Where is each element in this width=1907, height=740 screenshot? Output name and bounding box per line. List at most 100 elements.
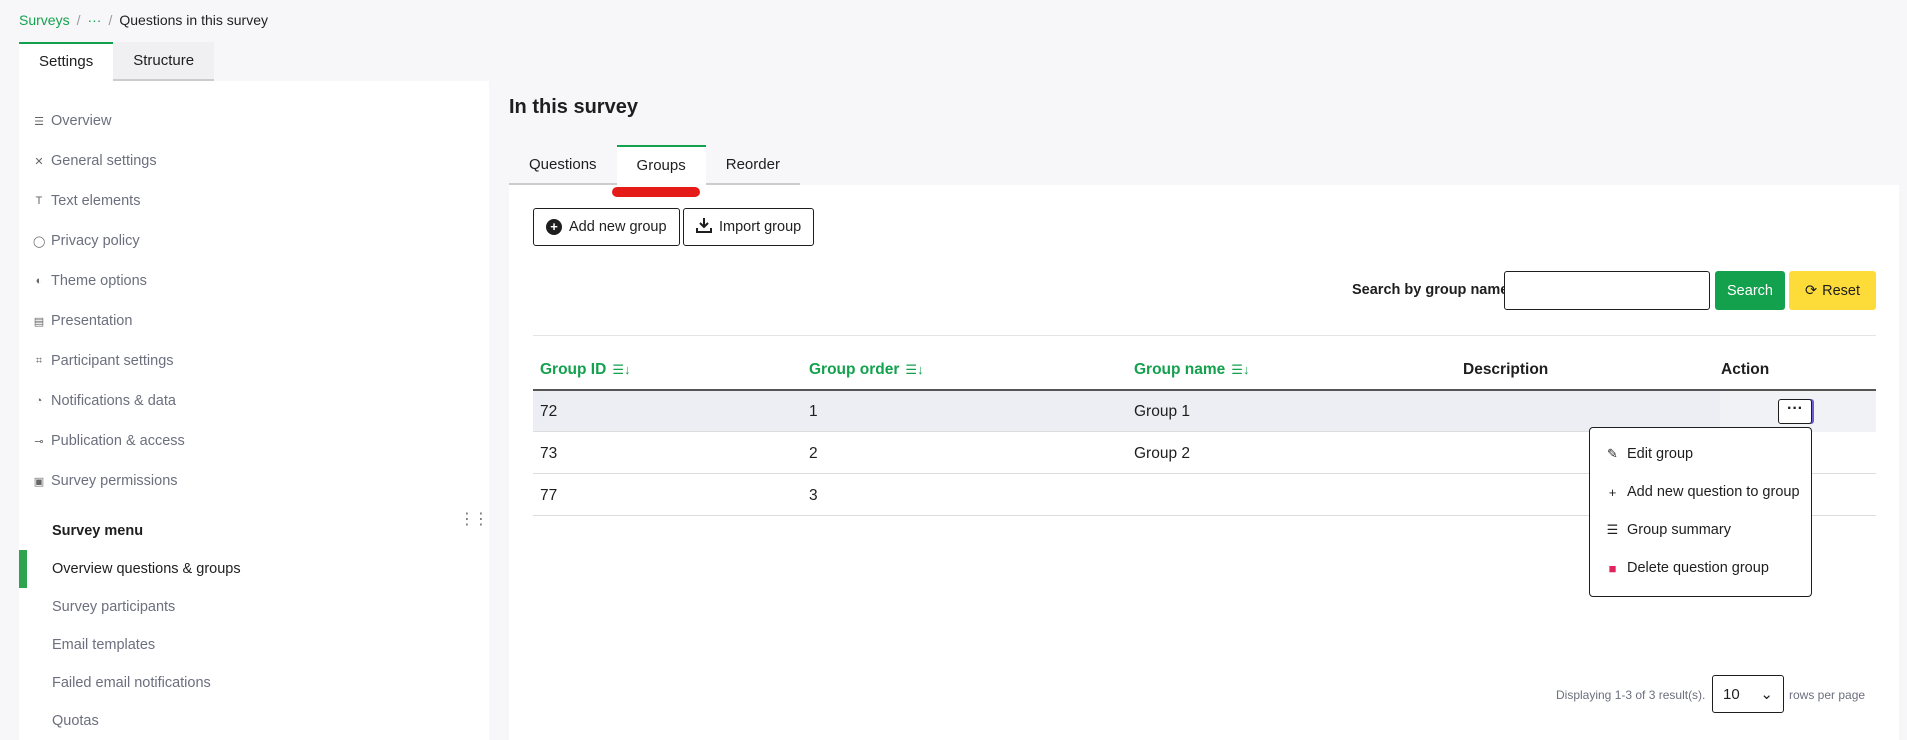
sidebar-item-label: Overview	[51, 113, 112, 129]
add-new-group-label: Add new group	[569, 219, 667, 235]
annotation-underline	[612, 187, 700, 197]
page-size-value: 10	[1723, 685, 1740, 703]
sidebar-item-survey-permissions[interactable]: ▣ Survey permissions	[33, 473, 178, 489]
sidebar-item-overview[interactable]: ☰ Overview	[33, 113, 111, 129]
sidebar-item-label: Privacy policy	[51, 233, 140, 249]
column-header-label: Group ID	[540, 361, 607, 378]
column-header-group-order[interactable]: Group order ☰↓	[809, 361, 924, 379]
main-tabs: Questions Groups Reorder	[509, 145, 800, 185]
divider	[533, 335, 1876, 336]
cell-group-order: 3	[809, 487, 818, 504]
menu-item-delete-question-group[interactable]: ■ Delete question group	[1606, 560, 1769, 576]
trash-icon: ■	[1608, 560, 1617, 576]
sidebar-item-label: Text elements	[51, 193, 141, 209]
menu-item-label: Edit group	[1627, 446, 1694, 462]
plus-icon: +	[1608, 484, 1617, 500]
text-icon: T	[35, 195, 43, 207]
sidebar-item-publication-access[interactable]: ⊸ Publication & access	[33, 433, 185, 449]
column-header-description: Description	[1463, 361, 1549, 378]
cell-group-order: 1	[809, 403, 818, 420]
reset-button[interactable]: ⟳ Reset	[1789, 271, 1876, 310]
rows-per-page-label: rows per page	[1789, 688, 1866, 702]
drag-handle-icon[interactable]: ⋮⋮	[459, 509, 489, 529]
sidebar-item-privacy-policy[interactable]: ◯ Privacy policy	[33, 233, 140, 249]
add-new-group-button[interactable]: + Add new group	[533, 208, 680, 246]
tab-settings[interactable]: Settings	[19, 42, 114, 81]
lock-icon: ▣	[33, 475, 45, 488]
sidebar-item-label: Theme options	[51, 273, 147, 289]
chevron-down-icon: ⌄	[1760, 686, 1773, 703]
presentation-icon: ▤	[33, 315, 45, 328]
sort-icon: ☰↓	[612, 362, 631, 377]
sidebar-item-theme-options[interactable]: ◐ Theme options	[33, 273, 147, 289]
shield-icon: ◯	[33, 235, 46, 248]
page-title: In this survey	[509, 96, 638, 118]
breadcrumb: Surveys / ··· / Questions in this survey	[19, 12, 268, 28]
list-icon: ☰	[1606, 522, 1619, 537]
breadcrumb-separator: /	[76, 12, 81, 28]
breadcrumb-current: Questions in this survey	[119, 12, 268, 28]
column-header-group-name[interactable]: Group name ☰↓	[1134, 361, 1249, 379]
sort-icon: ☰↓	[905, 362, 924, 377]
menu-item-add-question-to-group[interactable]: + Add new question to group	[1606, 484, 1800, 500]
plus-circle-icon: +	[546, 219, 562, 235]
breadcrumb-ellipsis-link[interactable]: ···	[87, 12, 101, 28]
cell-group-order: 2	[809, 445, 818, 462]
menu-item-survey-participants[interactable]: Survey participants	[52, 599, 175, 615]
menu-item-failed-email-notifications[interactable]: Failed email notifications	[52, 675, 211, 691]
sidebar: ☰ Overview ✕ General settings T Text ele…	[19, 81, 489, 740]
sidebar-item-presentation[interactable]: ▤ Presentation	[33, 313, 133, 329]
sidebar-item-label: Participant settings	[51, 353, 174, 369]
overview-icon: ☰	[34, 115, 44, 128]
settings-structure-tabs: Settings Structure	[19, 42, 215, 81]
page-size-select[interactable]: 10 ⌄	[1712, 675, 1784, 713]
menu-item-email-templates[interactable]: Email templates	[52, 637, 155, 653]
pagination-summary: Displaying 1-3 of 3 result(s).	[1556, 688, 1706, 702]
cell-group-name: Group 2	[1134, 445, 1191, 462]
refresh-icon: ⟳	[1804, 282, 1818, 299]
menu-item-label: Add new question to group	[1627, 484, 1800, 500]
sidebar-item-general-settings[interactable]: ✕ General settings	[33, 153, 157, 169]
search-input[interactable]	[1504, 271, 1710, 310]
search-label: Search by group name:	[1352, 282, 1514, 298]
breadcrumb-separator: /	[108, 12, 113, 28]
table-row: 72 1 Group 1 ···	[533, 391, 1876, 432]
tools-icon: ✕	[34, 155, 44, 168]
sidebar-item-participant-settings[interactable]: ⌗ Participant settings	[33, 353, 174, 369]
download-icon	[696, 217, 712, 237]
pencil-icon: ✎	[1607, 446, 1618, 461]
survey-menu-heading: Survey menu	[52, 523, 144, 539]
tab-structure[interactable]: Structure	[113, 42, 215, 81]
menu-item-overview-questions-groups[interactable]: Overview questions & groups	[52, 561, 241, 577]
sidebar-item-label: General settings	[51, 153, 157, 169]
participant-icon: ⌗	[35, 354, 43, 367]
sidebar-item-label: Publication & access	[51, 433, 185, 449]
sidebar-item-label: Survey permissions	[51, 473, 178, 489]
cell-group-name: Group 1	[1134, 403, 1191, 420]
menu-item-edit-group[interactable]: ✎ Edit group	[1606, 446, 1693, 462]
sidebar-item-label: Presentation	[51, 313, 133, 329]
column-header-label: Group order	[809, 361, 900, 378]
column-header-label: Group name	[1134, 361, 1226, 378]
import-group-button[interactable]: Import group	[683, 208, 815, 246]
sidebar-item-text-elements[interactable]: T Text elements	[33, 193, 141, 209]
breadcrumb-surveys-link[interactable]: Surveys	[19, 12, 70, 28]
column-header-action: Action	[1721, 361, 1770, 378]
tab-questions[interactable]: Questions	[509, 145, 617, 185]
menu-item-quotas[interactable]: Quotas	[52, 713, 99, 729]
row-actions-button[interactable]: ···	[1778, 399, 1812, 424]
contrast-icon: ◐	[35, 275, 43, 287]
cell-group-id: 77	[540, 487, 558, 504]
reset-label: Reset	[1822, 282, 1861, 299]
bell-icon: ◔	[35, 395, 43, 407]
menu-item-label: Group summary	[1627, 522, 1731, 538]
menu-item-group-summary[interactable]: ☰ Group summary	[1606, 522, 1731, 538]
sort-icon: ☰↓	[1231, 362, 1250, 377]
tab-reorder[interactable]: Reorder	[705, 145, 800, 185]
tab-groups[interactable]: Groups	[616, 145, 706, 185]
sidebar-item-label: Notifications & data	[51, 393, 176, 409]
search-button[interactable]: Search	[1715, 271, 1785, 310]
active-indicator	[19, 550, 27, 588]
sidebar-item-notifications[interactable]: ◔ Notifications & data	[33, 393, 176, 409]
column-header-group-id[interactable]: Group ID ☰↓	[540, 361, 630, 379]
